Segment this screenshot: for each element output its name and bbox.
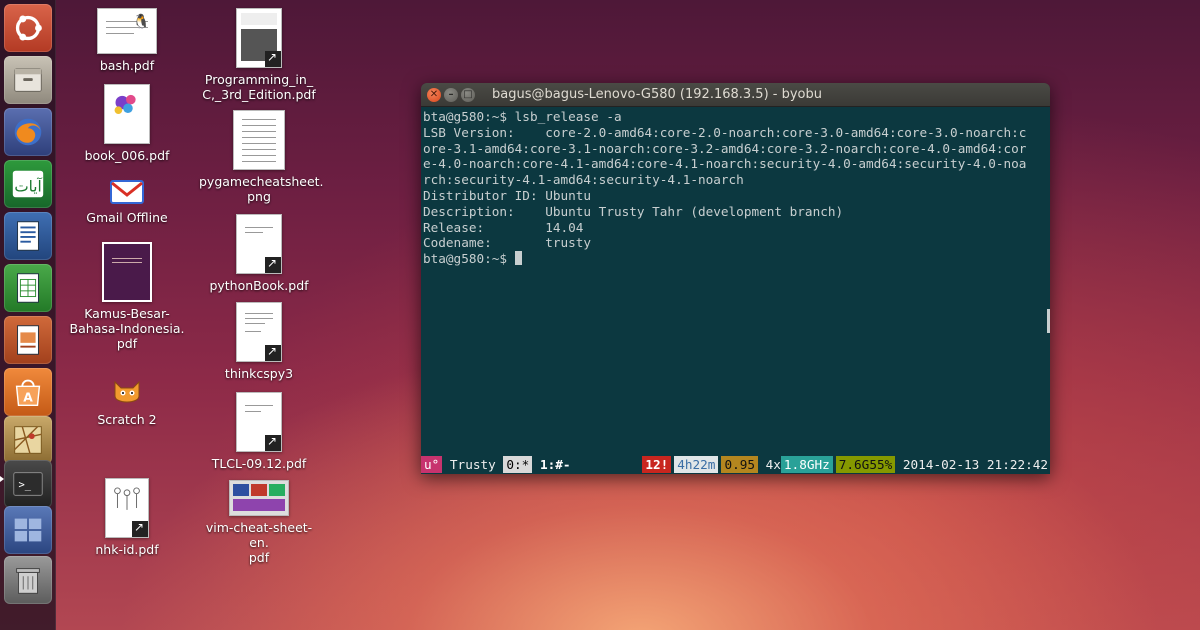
desktop-icon-label: vim-cheat-sheet-en. pdf xyxy=(205,520,313,565)
workspace-switcher-icon[interactable] xyxy=(4,506,52,554)
status-cpu-count: 4x xyxy=(758,457,781,472)
desktop-icon-vim-cheat-sheet-pdf[interactable]: vim-cheat-sheet-en. pdf xyxy=(199,480,319,565)
desktop-icon-label: Scratch 2 xyxy=(97,412,157,427)
software-center-icon[interactable]: A xyxy=(4,368,52,416)
desktop-icon-label: TLCL-09.12.pdf xyxy=(211,456,307,471)
dash-home-icon[interactable] xyxy=(4,4,52,52)
png-thumbnail-icon xyxy=(233,110,285,170)
pdf-thumbnail-icon xyxy=(229,480,289,516)
desktop-icon-label: book_006.pdf xyxy=(84,148,170,163)
desktop-icon-programming-in-c-pdf[interactable]: Programming_in_ C,_3rd_Edition.pdf xyxy=(199,8,319,102)
terminal-line: Distributor ID: Ubuntu xyxy=(423,187,592,203)
firefox-icon[interactable] xyxy=(4,108,52,156)
desktop-icon-label: Programming_in_ C,_3rd_Edition.pdf xyxy=(202,72,316,102)
impress-icon[interactable] xyxy=(4,316,52,364)
pdf-thumbnail-icon xyxy=(102,242,152,302)
terminal-line: LSB Version: core-2.0-amd64:core-2.0-noa… xyxy=(423,124,1027,140)
desktop-icon-label: thinkcspy3 xyxy=(224,366,294,381)
desktop-icon-gmail-offline[interactable]: Gmail Offline xyxy=(67,178,187,225)
terminal-prompt-line[interactable]: bta@g580:~$ xyxy=(423,251,1048,267)
calc-icon[interactable] xyxy=(4,264,52,312)
status-session[interactable]: 0:* xyxy=(503,456,533,473)
status-cpu-freq: 1.8GHz xyxy=(780,456,833,473)
terminal-line: ore-3.1-amd64:core-3.1-noarch:core-3.2-a… xyxy=(423,140,1027,156)
pdf-thumbnail-icon xyxy=(236,392,282,452)
pdf-thumbnail-icon: 🐧 xyxy=(97,8,157,54)
desktop-icon-bash-pdf[interactable]: 🐧 bash.pdf xyxy=(67,8,187,73)
maps-icon[interactable] xyxy=(4,416,52,464)
status-updates: 12! xyxy=(642,456,672,473)
running-indicator xyxy=(0,476,4,482)
pdf-thumbnail-icon xyxy=(236,214,282,274)
status-memory: 7.6G55% xyxy=(835,456,896,473)
minimize-button[interactable]: – xyxy=(444,87,458,102)
desktop-icon-label: nhk-id.pdf xyxy=(95,542,159,557)
window-title: bagus@bagus-Lenovo-G580 (192.168.3.5) - … xyxy=(492,87,822,102)
desktop-icon-label: Gmail Offline xyxy=(86,210,168,225)
trash-icon[interactable] xyxy=(4,556,52,604)
writer-icon[interactable] xyxy=(4,212,52,260)
status-uptime: 4h22m xyxy=(674,456,719,473)
pdf-thumbnail-icon xyxy=(236,302,282,362)
scroll-indicator[interactable] xyxy=(1047,309,1050,333)
terminal-window[interactable]: ✕ – □ bagus@bagus-Lenovo-G580 (192.168.3… xyxy=(421,83,1050,474)
gmail-icon xyxy=(110,178,144,206)
desktop-icon-scratch-2[interactable]: Scratch 2 xyxy=(67,376,187,427)
status-load: 0.95 xyxy=(721,456,758,473)
quran-app-icon[interactable]: آيات xyxy=(4,160,52,208)
status-release: Trusty xyxy=(442,457,504,472)
terminal-line: bta@g580:~$ lsb_release -a xyxy=(423,109,622,124)
pdf-thumbnail-icon xyxy=(104,84,150,144)
desktop-icon-pygamecheatsheet-png[interactable]: pygamecheatsheet. png xyxy=(199,110,324,204)
desktop-icon-pythonbook-pdf[interactable]: pythonBook.pdf xyxy=(199,214,319,293)
terminal-icon[interactable]: >_ xyxy=(4,460,52,508)
pdf-thumbnail-icon xyxy=(105,478,149,538)
status-window[interactable]: 1:#- xyxy=(532,456,642,473)
pdf-thumbnail-icon xyxy=(236,8,282,68)
maximize-button[interactable]: □ xyxy=(461,87,475,102)
desktop-icon-thinkcspy3[interactable]: thinkcspy3 xyxy=(199,302,319,381)
terminal-line: rch:security-4.1-amd64:security-4.1-noar… xyxy=(423,172,744,188)
window-titlebar[interactable]: ✕ – □ bagus@bagus-Lenovo-G580 (192.168.3… xyxy=(421,83,1050,107)
status-logo: u° xyxy=(421,456,443,473)
status-datetime: 2014-02-13 21:22:42 xyxy=(895,457,1049,472)
desktop-icon-label: pygamecheatsheet. png xyxy=(199,174,324,204)
terminal-line: Release: 14.04 xyxy=(423,219,584,235)
svg-text:A: A xyxy=(23,391,33,405)
terminal-line: e-4.0-noarch:core-4.1-amd64:core-4.1-noa… xyxy=(423,156,1027,172)
terminal-output[interactable]: bta@g580:~$ lsb_release -a LSB Version: c… xyxy=(421,107,1050,455)
text-cursor xyxy=(514,251,522,266)
byobu-status-bar: u° Trusty 0:* 1:#- 12! 4h22m 0.95 4x 1.8… xyxy=(421,455,1050,474)
desktop-icon-tlcl-pdf[interactable]: TLCL-09.12.pdf xyxy=(199,392,319,471)
desktop-icon-label: pythonBook.pdf xyxy=(209,278,309,293)
desktop-icon-label: bash.pdf xyxy=(99,58,155,73)
desktop-icon-label: Kamus-Besar- Bahasa-Indonesia. pdf xyxy=(69,306,185,351)
desktop-icon-kamus-pdf[interactable]: Kamus-Besar- Bahasa-Indonesia. pdf xyxy=(67,242,187,351)
desktop-icon-book-006-pdf[interactable]: book_006.pdf xyxy=(67,84,187,163)
launcher: آيات A >_ xyxy=(0,0,56,630)
svg-text:آيات: آيات xyxy=(14,178,42,196)
desktop-icon-nhk-id-pdf[interactable]: nhk-id.pdf xyxy=(67,478,187,557)
scratch-cat-icon xyxy=(109,376,145,408)
svg-text:>_: >_ xyxy=(19,479,32,491)
terminal-prompt: bta@g580:~$ xyxy=(423,251,515,267)
terminal-line: Description: Ubuntu Trusty Tahr (develop… xyxy=(423,203,844,219)
files-icon[interactable] xyxy=(4,56,52,104)
terminal-line: Codename: trusty xyxy=(423,235,592,251)
close-button[interactable]: ✕ xyxy=(427,87,441,102)
